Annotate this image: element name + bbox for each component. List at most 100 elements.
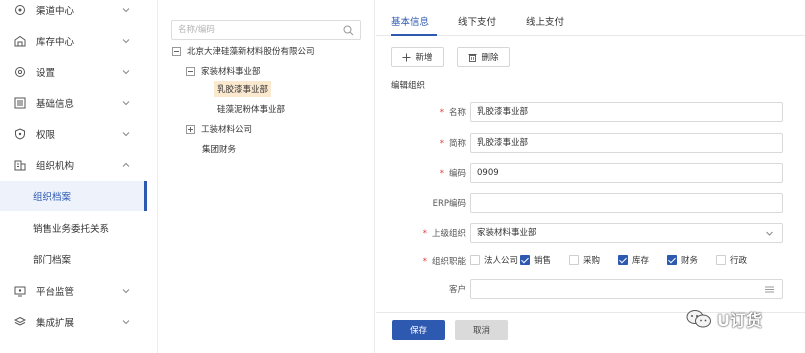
chevron-down-icon [122,70,130,75]
checkbox-inventory[interactable]: 库存 [618,254,667,266]
tab-offline-payment[interactable]: 线下支付 [458,14,496,28]
checkbox-box[interactable] [470,255,480,265]
search-icon[interactable] [343,25,354,36]
sidebar-item-label: 渠道中心 [36,6,75,17]
chevron-up-icon [122,162,130,167]
erp-code-input[interactable] [470,193,783,213]
checkbox-box[interactable] [716,255,726,265]
sidebar-item-organization[interactable]: 组织机构 [0,151,147,179]
wechat-logo-icon [686,310,711,328]
required-asterisk: * [422,257,427,267]
sidebar-item-label: 组织机构 [36,161,75,172]
checkbox-box[interactable] [667,255,677,265]
tree-node-tooling-materials[interactable]: 工装材料公司 [186,121,252,137]
sidebar-item-label: 集成扩展 [36,318,75,329]
tab-online-payment[interactable]: 线上支付 [526,14,564,28]
sidebar-item-integration[interactable]: 集成扩展 [0,308,147,336]
tab-basic-info[interactable]: 基本信息 [391,14,429,28]
expand-toggle[interactable] [186,124,195,134]
info-list-icon [13,96,27,110]
sidebar-item-platform-monitor[interactable]: 平台监管 [0,277,147,305]
tree-node-root[interactable]: 北京大津硅藻新材料股份有限公司 [172,43,315,59]
tree-search-input[interactable] [172,21,332,39]
settings-icon [13,65,27,79]
required-asterisk: * [439,108,444,118]
checkbox-sales[interactable]: 销售 [520,254,569,266]
sidebar-subitem-label: 部门档案 [33,255,72,266]
code-label: * 编码 [439,169,466,179]
sidebar-subitem-org-archive[interactable]: 组织档案 [0,181,147,211]
tree-search-box[interactable] [171,20,361,40]
org-functions-checkbox-group: 法人公司 销售 采购 库存 财务 行政 [470,254,756,266]
org-tree-panel: 北京大津硅藻新材料股份有限公司 家装材料事业部 乳胶漆事业部 硅藻泥粉体事业部 … [157,0,375,353]
tab-bar: 基本信息 线下支付 线上支付 [376,0,805,36]
checkbox-box[interactable] [618,255,628,265]
sidebar-subitem-sales-delegation[interactable]: 销售业务委托关系 [0,213,147,243]
plus-icon [402,53,411,61]
collapse-toggle[interactable] [186,66,195,76]
checkbox-legal-entity[interactable]: 法人公司 [470,254,520,266]
section-title: 编辑组织 [391,81,426,91]
form-row-code: * 编码 0909 [376,163,805,183]
org-icon [13,158,27,172]
tree-node-group-finance[interactable]: 集团财务 [202,141,236,157]
checkbox-admin[interactable]: 行政 [716,254,756,266]
tree-node-label: 家装材料事业部 [201,67,261,77]
short-name-label: * 简称 [439,139,466,149]
watermark-text: U订货 [717,311,762,330]
tree-node-latex-paint[interactable]: 乳胶漆事业部 [214,81,272,97]
list-icon[interactable] [764,284,775,295]
required-asterisk: * [439,139,444,149]
parent-org-select[interactable]: 家装材料事业部 [470,223,783,243]
form-row-parent-org: * 上级组织 家装材料事业部 [376,223,805,243]
layers-icon [13,315,27,329]
channel-icon [13,3,27,17]
monitor-icon [13,284,27,298]
app-root: 渠道中心 库存中心 设置 基础信息 权限 组织机构 组织档案 销售业务委托关系 … [0,0,805,353]
form-row-erp-code: ERP编码 [376,193,805,213]
parent-org-label: * 上级组织 [422,229,466,239]
tree-node-home-materials[interactable]: 家装材料事业部 [186,63,261,79]
sidebar-item-settings[interactable]: 设置 [0,58,147,86]
wechat-watermark: U订货 [686,307,762,331]
delete-button-label: 删除 [481,53,499,63]
chevron-down-icon [122,132,130,137]
form-row-name: * 名称 乳胶漆事业部 [376,102,805,122]
trash-icon [468,53,477,62]
add-button-label: 新增 [415,53,433,63]
chevron-down-icon [766,231,773,236]
form-row-short-name: * 简称 乳胶漆事业部 [376,133,805,153]
save-button[interactable]: 保存 [392,320,445,340]
sidebar-item-label: 库存中心 [36,37,75,48]
org-functions-label: * 组织职能 [422,257,466,267]
checkbox-purchasing[interactable]: 采购 [569,254,618,266]
tree-node-label: 北京大津硅藻新材料股份有限公司 [187,47,315,57]
delete-button[interactable]: 删除 [457,47,510,67]
sidebar-item-label: 权限 [36,130,56,141]
sidebar-item-channel-center[interactable]: 渠道中心 [0,0,147,24]
customer-label: 客户 [448,285,466,295]
sidebar-subitem-dept-archive[interactable]: 部门档案 [0,244,147,274]
checkbox-box[interactable] [520,255,530,265]
sidebar-item-basic-info[interactable]: 基础信息 [0,89,147,117]
checkbox-finance[interactable]: 财务 [667,254,716,266]
tree-node-diatom-powder[interactable]: 硅藻泥粉体事业部 [217,101,285,117]
collapse-toggle[interactable] [172,46,181,56]
required-asterisk: * [439,169,444,179]
tree-node-label: 硅藻泥粉体事业部 [217,105,286,115]
cancel-button[interactable]: 取消 [455,320,508,340]
shield-icon [13,127,27,141]
sidebar-item-label: 平台监管 [36,287,75,298]
checkbox-box[interactable] [569,255,579,265]
sidebar: 渠道中心 库存中心 设置 基础信息 权限 组织机构 组织档案 销售业务委托关系 … [0,0,147,353]
short-name-input[interactable]: 乳胶漆事业部 [470,133,783,153]
sidebar-item-inventory-center[interactable]: 库存中心 [0,27,147,55]
sidebar-subitem-label: 组织档案 [33,192,72,203]
code-input[interactable]: 0909 [470,163,783,183]
sidebar-subitem-label: 销售业务委托关系 [33,224,110,235]
customer-picker[interactable] [470,279,783,299]
sidebar-item-permissions[interactable]: 权限 [0,120,147,148]
add-button[interactable]: 新增 [391,47,444,67]
name-input[interactable]: 乳胶漆事业部 [470,102,783,122]
erp-code-label: ERP编码 [432,199,466,209]
